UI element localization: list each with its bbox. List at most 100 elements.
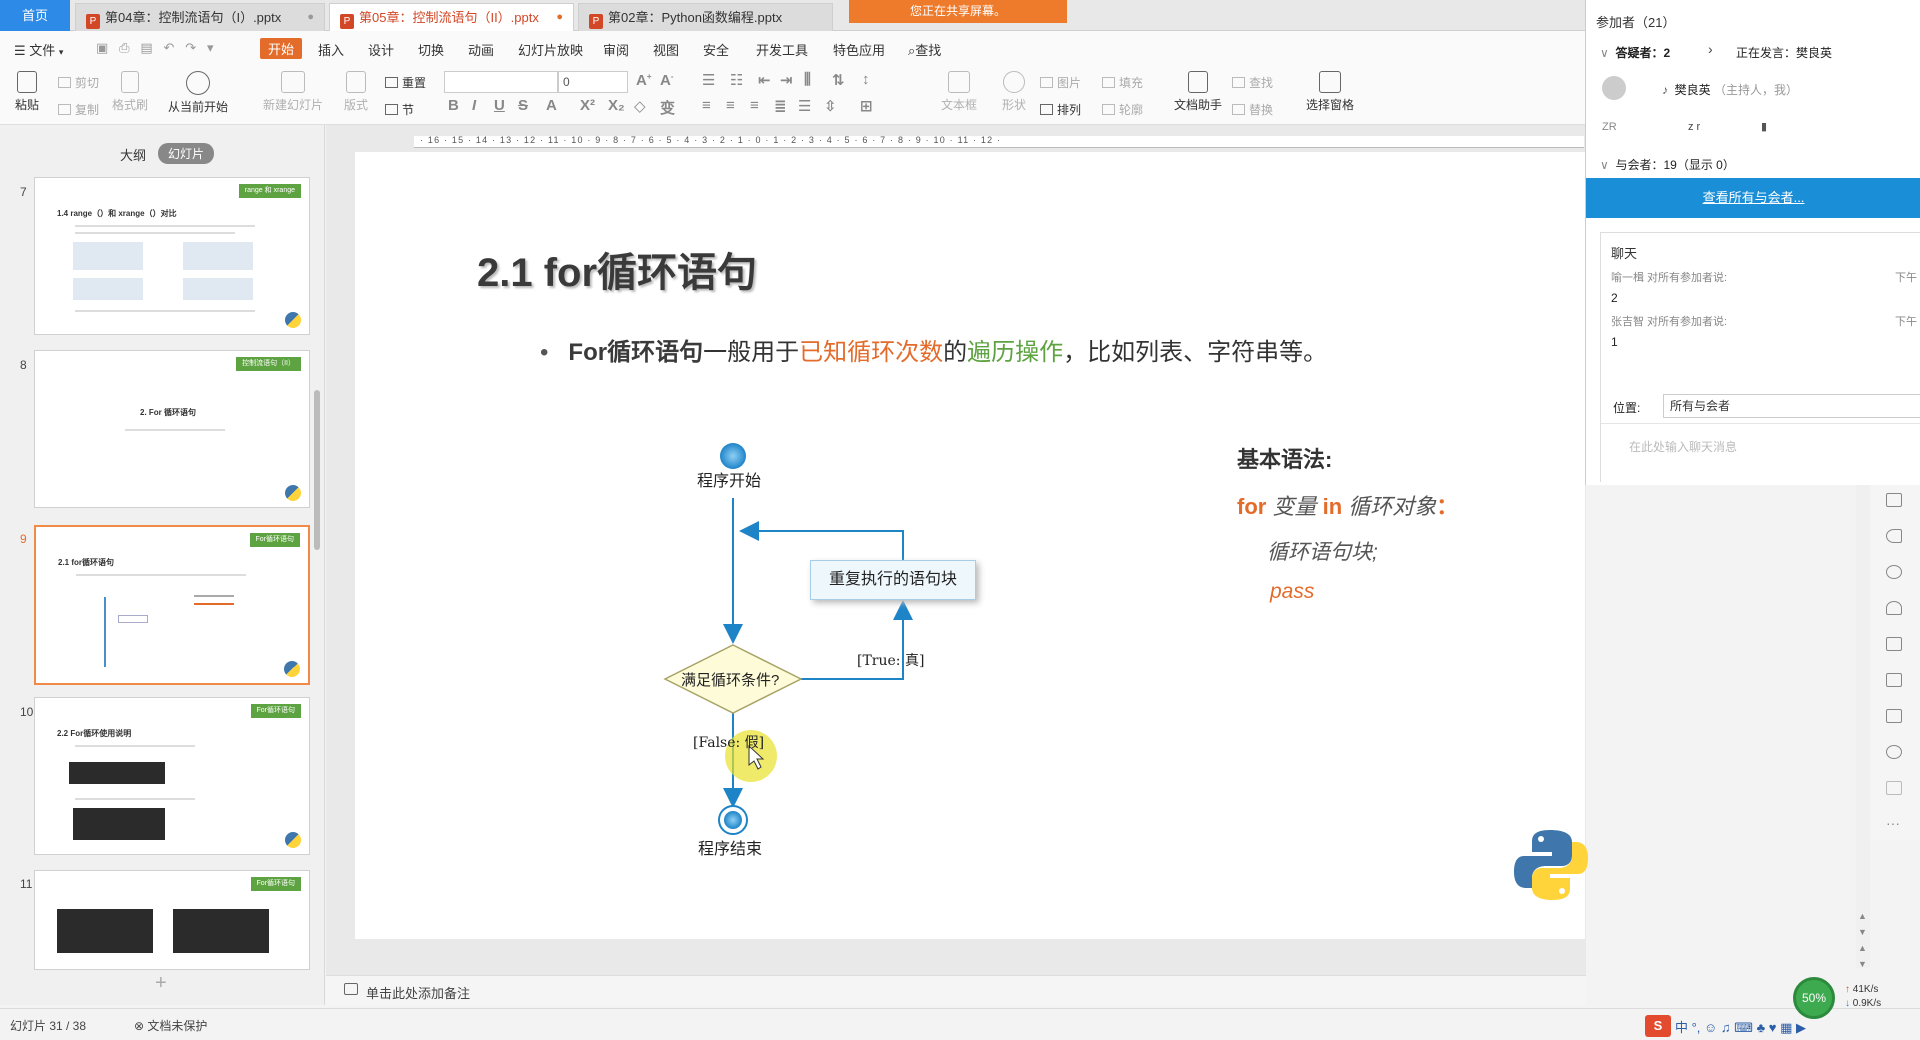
chat-recipient-select[interactable]: 所有与会者 [1663,394,1920,418]
scroll-arrows[interactable]: ▲ ▼ ▲ ▼ [1858,908,1867,972]
add-slide-button[interactable]: + [155,972,167,995]
numbered-list-icon[interactable]: ☷ [730,71,743,89]
chart-icon[interactable] [1886,673,1902,687]
cube-icon[interactable] [1886,781,1902,795]
align-text-icon[interactable]: ⇳ [824,97,837,115]
grid-icon[interactable] [1886,637,1902,651]
menu-view[interactable]: 视图 [653,40,679,59]
bold-icon[interactable]: B [448,97,459,114]
shield-icon[interactable] [1886,565,1902,579]
align-left-icon[interactable]: ≡ [702,97,711,114]
questioner-row[interactable]: ∨ 答疑者：2 [1600,44,1670,61]
slide-thumbnail-9[interactable]: For循环语句 2.1 for循环语句 [34,525,310,685]
panel-tab-outline[interactable]: 大纲 [120,145,146,164]
paste-button[interactable]: 粘贴 [10,71,44,113]
italic-icon[interactable]: I [472,97,476,114]
select-pane-button[interactable]: 选择窗格 [1302,71,1358,113]
screen-share-banner[interactable]: 您正在共享屏幕。 [849,0,1067,23]
tab-home[interactable]: 首页 [0,0,70,31]
align-center-icon[interactable]: ≡ [726,97,735,114]
underline-icon[interactable]: U [494,97,505,114]
menu-transition[interactable]: 切换 [418,40,444,59]
menu-features[interactable]: 特色应用 [833,40,885,59]
slide-thumbnail-7[interactable]: range 和 xrange 1.4 range（）和 xrange（）对比 [34,177,310,335]
columns-icon[interactable]: ⫼ [804,71,811,88]
reset-button[interactable]: 重置 [385,74,426,91]
arrange-button[interactable]: 排列 [1040,101,1081,118]
line-spacing-icon[interactable]: ↕ [862,71,870,88]
triangle-icon[interactable] [1886,601,1902,615]
slide-thumbnail-10[interactable]: For循环语句 2.2 For循环使用说明 [34,697,310,855]
smartart-icon[interactable]: ⊞ [860,97,873,115]
align-right-icon[interactable]: ≡ [750,97,759,114]
superscript-icon[interactable]: X² [580,97,595,114]
save-icon[interactable]: ▣ [96,40,108,55]
play-from-current-button[interactable]: 从当前开始 [166,71,230,115]
menu-insert[interactable]: 插入 [318,40,344,59]
view-all-attendees-button[interactable]: 查看所有与会者... [1586,178,1920,218]
tray-icons[interactable]: 中 °, ☺ ♫ ⌨ ♣ ♥ ▦ ▶ [1675,1017,1806,1036]
slide-thumbnail-8[interactable]: 控制流语句（II） 2. For 循环语句 [34,350,310,508]
char-spacing-icon[interactable]: 变 [660,97,675,118]
redo-icon[interactable]: ↷ [185,40,196,55]
fill-button[interactable]: 填充 [1102,74,1143,91]
distribute-icon[interactable]: ☰ [798,97,811,115]
text-direction-icon[interactable]: ⇅ [832,71,845,89]
picture-button[interactable]: 图片 [1040,74,1081,91]
menu-search[interactable]: ⌕查找 [908,40,941,59]
section-button[interactable]: 节 [385,101,414,118]
tab-doc-05[interactable]: P 第05章：控制流语句（II）.pptx ● [329,3,574,31]
menu-slideshow[interactable]: 幻灯片放映 [518,40,583,59]
tab-dot-icon[interactable]: ● [556,4,563,31]
justify-icon[interactable]: ≣ [774,97,787,115]
new-slide-button[interactable]: 新建幻灯片 [255,71,331,113]
tab-doc-02[interactable]: P 第02章：Python函数编程.pptx [578,3,833,31]
undo-icon[interactable]: ↶ [164,40,175,55]
grow-font-icon[interactable]: A+ [636,72,652,89]
find-button[interactable]: 查找 [1232,74,1273,91]
clear-format-icon[interactable]: ◇ [634,97,646,115]
menu-review[interactable]: 审阅 [603,40,629,59]
host-row[interactable]: ♪ 樊良英 （主持人，我） [1662,81,1798,98]
format-painter-button[interactable]: 格式刷 [110,71,150,113]
slide-thumbnail-11[interactable]: For循环语句 [34,870,310,970]
chevron-right-icon[interactable]: › [1708,41,1713,57]
font-color-icon[interactable]: A [546,97,557,114]
replace-button[interactable]: 替换 [1232,101,1273,118]
doc-assistant-button[interactable]: 文档助手 [1172,71,1224,113]
cut-button[interactable]: 剪切 [58,74,99,91]
font-name-select[interactable] [444,71,558,93]
location-icon[interactable] [1886,745,1902,759]
bullet-list-icon[interactable]: ☰ [702,71,715,89]
image-icon[interactable] [1886,493,1902,507]
thumbnail-scrollbar[interactable] [314,390,320,550]
shape-button[interactable]: 形状 [994,71,1034,113]
layout-button[interactable]: 版式 [338,71,374,113]
menu-design[interactable]: 设计 [368,40,394,59]
menu-start[interactable]: 开始 [260,38,303,59]
tab-doc-04[interactable]: P 第04章：控制流语句（I）.pptx ● [75,3,325,31]
font-size-select[interactable]: 0 [558,71,628,93]
table-icon[interactable] [1886,709,1902,723]
input-method-icon[interactable]: S [1645,1015,1671,1037]
strikethrough-icon[interactable]: S [518,97,528,114]
chevron-down-icon[interactable]: ▾ [207,40,214,55]
subscript-icon[interactable]: X₂ [608,97,625,114]
indent-decrease-icon[interactable]: ⇤ [758,71,771,89]
protect-status[interactable]: ⊗ 文档未保护 [134,1017,207,1034]
file-menu[interactable]: ☰ 文件 ▾ [14,40,63,59]
menu-security[interactable]: 安全 [703,40,729,59]
text-box-button[interactable]: 文本框 [936,71,982,113]
print-icon[interactable]: ⎙ [119,40,129,55]
shrink-font-icon[interactable]: A- [660,72,674,89]
horizontal-ruler[interactable]: · 16 · 15 · 14 · 13 · 12 · 11 · 10 · 9 ·… [414,135,1584,148]
notes-bar[interactable]: 单击此处添加备注 [326,975,1586,1005]
menu-developer[interactable]: 开发工具 [756,40,808,59]
menu-animation[interactable]: 动画 [468,40,494,59]
attendees-row[interactable]: ∨ 与会者：19（显示 0） [1600,156,1735,173]
panel-tab-slides[interactable]: 幻灯片 [158,143,215,164]
tab-dot-icon[interactable]: ● [307,4,314,31]
network-speed-widget[interactable]: 50% ↑ 41K/s ↓ 0.9K/s [1793,975,1920,1019]
outline-button[interactable]: 轮廓 [1102,101,1143,118]
more-icon[interactable]: ··· [1886,815,1900,831]
